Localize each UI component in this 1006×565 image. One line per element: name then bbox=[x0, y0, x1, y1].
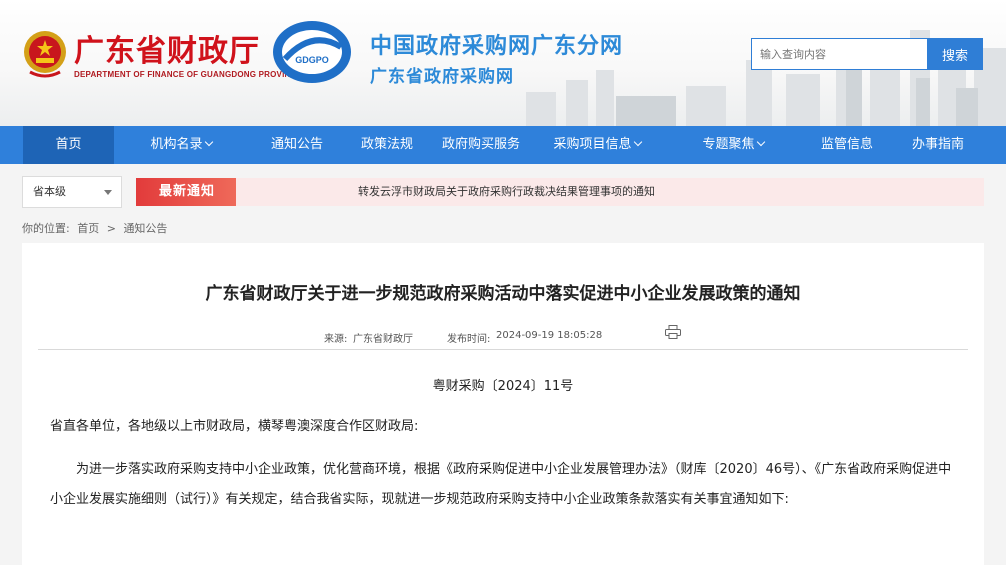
nav-item-home[interactable]: 首页 bbox=[23, 126, 114, 164]
source-label: 来源: bbox=[324, 334, 348, 345]
publish-time-value: 2024-09-19 18:05:28 bbox=[496, 330, 603, 341]
dropdown-triangle-icon bbox=[104, 190, 112, 195]
site-title-secondary: 广东省政府采购网 bbox=[370, 67, 514, 87]
nav-item-policies[interactable]: 政策法规 bbox=[344, 126, 430, 164]
search-input[interactable] bbox=[751, 38, 927, 70]
site-title-primary: 中国政府采购网广东分网 bbox=[370, 34, 624, 59]
breadcrumb-current-link[interactable]: 通知公告 bbox=[123, 222, 167, 235]
region-select[interactable]: 省本级 bbox=[22, 176, 122, 208]
main-nav: 首页 机构名录 通知公告 政策法规 政府购买服务 采购项目信息 专题聚焦 监管信… bbox=[0, 126, 1006, 164]
nav-item-notices[interactable]: 通知公告 bbox=[252, 126, 342, 164]
document-number: 粤财采购〔2024〕11号 bbox=[432, 379, 574, 394]
breadcrumb-separator: > bbox=[106, 222, 116, 235]
chevron-down-icon bbox=[633, 137, 642, 147]
print-icon[interactable] bbox=[665, 325, 681, 339]
breadcrumb-label: 你的位置: bbox=[22, 222, 70, 235]
site-header: 广东省财政厅 DEPARTMENT OF FINANCE OF GUANGDON… bbox=[0, 0, 1006, 126]
chevron-down-icon bbox=[756, 137, 765, 147]
breadcrumb-home-link[interactable]: 首页 bbox=[77, 222, 99, 235]
national-emblem-icon bbox=[24, 31, 66, 78]
nav-item-directory[interactable]: 机构名录 bbox=[136, 126, 226, 164]
department-name: 广东省财政厅 bbox=[74, 34, 260, 69]
latest-notice-link[interactable]: 转发云浮市财政局关于政府采购行政裁决结果管理事项的通知 bbox=[236, 178, 984, 206]
nav-item-gov-services[interactable]: 政府购买服务 bbox=[434, 126, 528, 164]
department-name-english: DEPARTMENT OF FINANCE OF GUANGDONG PROVI… bbox=[74, 70, 303, 79]
nav-item-supervision[interactable]: 监管信息 bbox=[802, 126, 892, 164]
search-button[interactable]: 搜索 bbox=[927, 38, 983, 70]
logo-text: GDGPO bbox=[295, 55, 329, 65]
chevron-down-icon bbox=[204, 137, 213, 147]
publish-time-label: 发布时间: bbox=[447, 334, 491, 345]
gdgpo-logo-icon: GDGPO bbox=[273, 21, 351, 83]
article-container: 广东省财政厅关于进一步规范政府采购活动中落实促进中小企业发展政策的通知 来源: … bbox=[22, 243, 984, 565]
breadcrumb: 你的位置: 首页 > 通知公告 bbox=[22, 220, 171, 236]
notice-bar: 省本级 最新通知 转发云浮市财政局关于政府采购行政裁决结果管理事项的通知 bbox=[22, 176, 984, 208]
nav-item-guide[interactable]: 办事指南 bbox=[893, 126, 983, 164]
nav-item-procurement-info[interactable]: 采购项目信息 bbox=[543, 126, 651, 164]
article-salutation: 省直各单位，各地级以上市财政局，横琴粤澳深度合作区财政局: bbox=[50, 419, 419, 434]
source-value: 广东省财政厅 bbox=[353, 334, 413, 345]
meta-divider bbox=[38, 349, 968, 350]
nav-item-topics[interactable]: 专题聚焦 bbox=[688, 126, 778, 164]
article-title: 广东省财政厅关于进一步规范政府采购活动中落实促进中小企业发展政策的通知 bbox=[205, 284, 801, 304]
article-paragraph: 为进一步落实政府采购支持中小企业政策，优化营商环境，根据《政府采购促进中小企业发… bbox=[50, 462, 952, 507]
latest-notice-badge: 最新通知 bbox=[136, 178, 238, 206]
